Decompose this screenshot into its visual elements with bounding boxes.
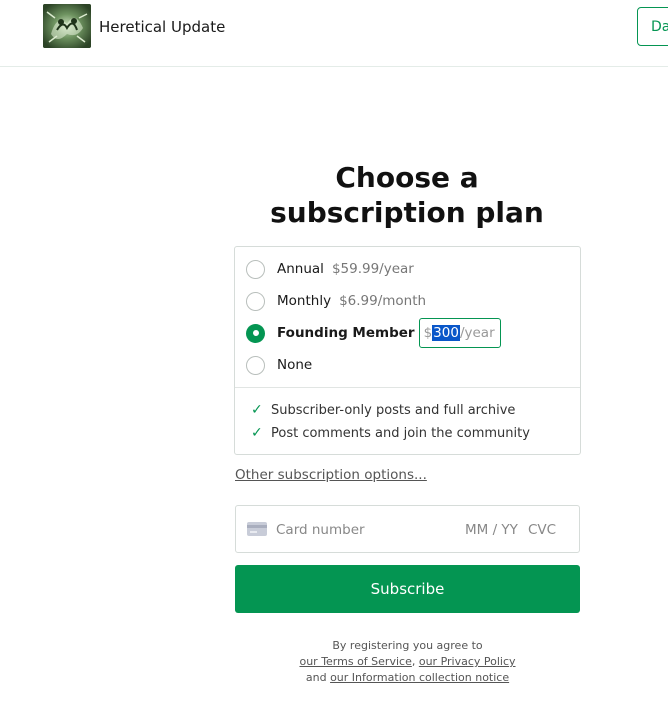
founding-price-input[interactable]: $300/year [418,318,501,348]
check-icon: ✓ [251,402,263,418]
publication-name[interactable]: Heretical Update [99,18,225,36]
plan-option-founding-member[interactable]: Founding Member $300/year [246,318,501,348]
radio-button-selected[interactable] [246,323,265,343]
divider [235,387,580,388]
price-period: /year [459,325,495,341]
feature-text: Subscriber-only posts and full archive [271,402,516,418]
plan-option-none[interactable]: None [246,353,312,377]
legal-prefix: By registering you agree to [332,639,483,652]
subscribe-button[interactable]: Subscribe [235,565,580,613]
legal-and: and [305,671,327,684]
page-title-line2: subscription plan [270,196,544,229]
terms-of-service-link[interactable]: our Terms of Service [299,655,411,668]
radio-button[interactable] [246,291,265,311]
feature-item: ✓ Post comments and join the community [251,425,530,441]
plan-selector: Annual $59.99/year Monthly $6.99/month F… [234,246,581,455]
legal-line2: our Terms of Service, our Privacy Policy [235,654,580,670]
card-cvc-input[interactable]: CVC [528,522,556,538]
plan-name: Founding Member [277,325,415,341]
plan-price: $59.99/year [331,261,414,277]
check-icon: ✓ [251,425,263,441]
publication-logo-image [43,4,91,48]
publication-logo[interactable] [43,4,91,48]
radio-button[interactable] [246,355,265,375]
top-bar: Heretical Update Dashboard [0,0,668,67]
legal-notice: By registering you agree to our Terms of… [235,638,580,686]
price-amount-selected: 300 [432,325,460,341]
plan-option-monthly[interactable]: Monthly $6.99/month [246,289,426,313]
dashboard-button[interactable]: Dashboard [637,7,668,46]
currency-symbol: $ [423,325,433,341]
plan-name: Monthly [277,293,332,309]
page-title-line1: Choose a [335,161,479,194]
credit-card-icon [247,522,267,536]
feature-item: ✓ Subscriber-only posts and full archive [251,402,515,418]
information-collection-link[interactable]: our Information collection notice [330,671,509,684]
card-expiry-input[interactable]: MM / YY [465,522,518,538]
radio-button[interactable] [246,259,265,279]
feature-text: Post comments and join the community [271,425,530,441]
privacy-policy-link[interactable]: our Privacy Policy [419,655,516,668]
card-number-input[interactable]: Card number [276,522,365,538]
plan-name: Annual [277,261,324,277]
plan-price: $6.99/month [339,293,427,309]
plan-name: None [277,357,313,373]
plan-option-annual[interactable]: Annual $59.99/year [246,257,414,281]
other-subscription-options-link[interactable]: Other subscription options... [235,467,427,483]
card-input-field[interactable]: Card number MM / YY CVC [235,505,580,553]
legal-line3: and our Information collection notice [235,670,580,686]
legal-separator: , [411,655,416,668]
page-title: Choose a subscription plan [234,160,580,230]
